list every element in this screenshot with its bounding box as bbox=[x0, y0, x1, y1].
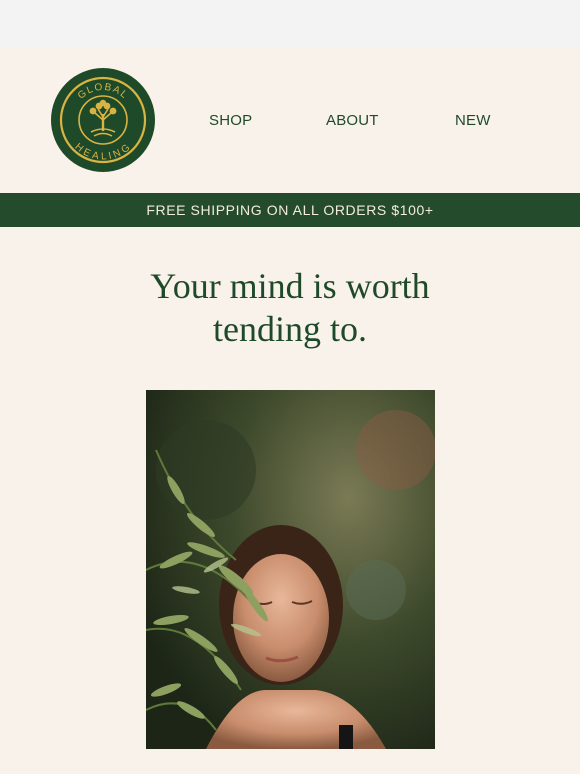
global-healing-logo[interactable]: GLOBAL HEALING bbox=[51, 68, 155, 172]
svg-text:GLOBAL: GLOBAL bbox=[76, 82, 130, 102]
nav-shop[interactable]: SHOP bbox=[209, 112, 252, 129]
woman-with-leaves-photo-icon bbox=[146, 390, 435, 749]
free-shipping-banner[interactable]: FREE SHIPPING ON ALL ORDERS $100+ bbox=[0, 193, 580, 227]
headline-line-1: Your mind is worth bbox=[150, 266, 430, 306]
email-body: GLOBAL HEALING SHOP ABOUT NEW FREE SHIPP… bbox=[0, 47, 580, 774]
tree-logo-icon: GLOBAL HEALING bbox=[59, 76, 147, 164]
hero-image[interactable] bbox=[146, 390, 435, 749]
header: GLOBAL HEALING SHOP ABOUT NEW bbox=[0, 47, 580, 193]
top-strip bbox=[0, 0, 580, 47]
nav-new[interactable]: NEW bbox=[455, 112, 491, 129]
headline-line-2: tending to. bbox=[213, 309, 367, 349]
hero-headline: Your mind is worth tending to. bbox=[0, 265, 580, 351]
nav-about[interactable]: ABOUT bbox=[326, 112, 379, 129]
